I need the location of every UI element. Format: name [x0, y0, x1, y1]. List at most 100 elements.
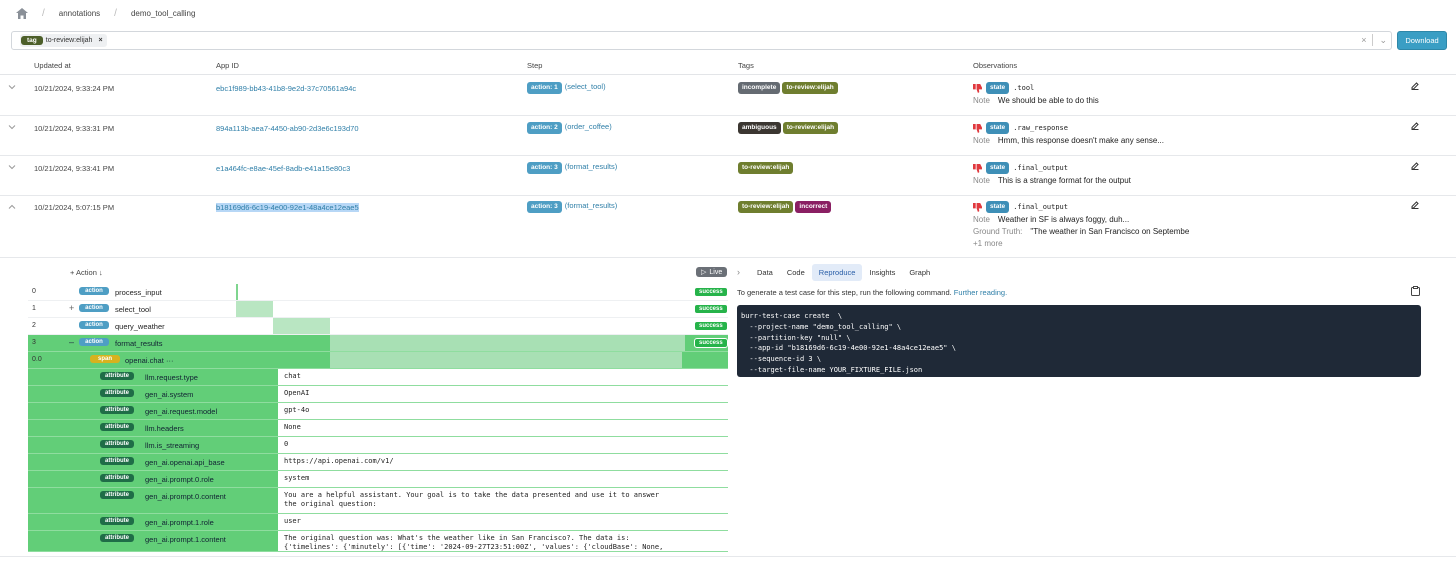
span-more[interactable]: ···: [166, 356, 174, 365]
action-name[interactable]: (order_coffee): [565, 122, 612, 131]
action-badge[interactable]: action: 2: [527, 122, 562, 134]
attribute-type-badge: attribute: [100, 517, 134, 525]
breadcrumb-separator: /: [42, 7, 45, 19]
attribute-key: gen_ai.system: [145, 390, 194, 399]
clipboard-icon[interactable]: [1411, 286, 1420, 296]
note-text: This is a strange format for the output: [997, 175, 1131, 185]
more-link[interactable]: +1 more: [973, 239, 1003, 248]
timeline-bar: [236, 301, 273, 317]
column-header-observations[interactable]: Observations: [973, 61, 1017, 70]
attribute-value: https://api.openai.com/v1/: [278, 454, 728, 470]
attribute-key: gen_ai.prompt.1.role: [145, 518, 214, 527]
breadcrumb-item-annotations[interactable]: annotations: [59, 9, 100, 18]
action-badge[interactable]: action: 1: [527, 82, 562, 94]
trace-step-row[interactable]: 1 + action select_tool success: [28, 301, 728, 318]
trace-span-row[interactable]: 0.0 span openai.chat ···: [28, 352, 728, 369]
home-icon[interactable]: [16, 7, 28, 19]
tags-cell: incomplete to-review:elijah: [738, 82, 838, 94]
edit-icon[interactable]: [1411, 122, 1419, 130]
updated-at: 10/21/2024, 9:33:24 PM: [34, 84, 115, 93]
action-type-badge: action: [79, 338, 109, 346]
table-row[interactable]: 10/21/2024, 9:33:41 PM e1a464fc-e8ae-45e…: [0, 156, 1456, 196]
tab-insights[interactable]: Insights: [862, 264, 902, 281]
breadcrumb-separator: /: [114, 7, 117, 19]
trace-header: + Action ↓ ▷ Live: [28, 265, 728, 283]
action-type-badge: action: [79, 304, 109, 312]
edit-icon[interactable]: [1411, 201, 1419, 209]
step-cell: action: 3 (format_results): [527, 162, 617, 174]
further-reading-link[interactable]: Further reading.: [954, 288, 1007, 297]
clear-filter-icon[interactable]: ×: [1361, 35, 1366, 45]
table-row[interactable]: 10/21/2024, 9:33:31 PM 894a113b-aea7-445…: [0, 116, 1456, 156]
tags-cell: to-review:elijah: [738, 162, 794, 174]
breadcrumb-item-project[interactable]: demo_tool_calling: [131, 9, 196, 18]
app-id-link[interactable]: b18169d6-6c19-4e00-92e1-48a4ce12eae5: [216, 203, 359, 212]
attribute-value: None: [278, 420, 728, 436]
tab-reproduce[interactable]: Reproduce: [811, 263, 863, 281]
remove-chip-icon[interactable]: ×: [98, 37, 102, 44]
tag-filter-input[interactable]: tag to-review:elijah × × ⌄: [11, 31, 1392, 50]
trace-step-row[interactable]: 2 action query_weather success: [28, 318, 728, 335]
table-row[interactable]: 10/21/2024, 9:33:24 PM ebc1f989-bb43-41b…: [0, 76, 1456, 116]
app-id-link[interactable]: 894a113b-aea7-4450-ab90-2d3e6c193d70: [216, 124, 359, 133]
step-name: process_input: [115, 288, 162, 297]
chevron-down-icon[interactable]: ⌄: [1379, 35, 1387, 46]
trace-step-row[interactable]: 0 action process_input success: [28, 284, 728, 301]
add-action-button[interactable]: + Action ↓: [70, 268, 103, 277]
column-header-updated[interactable]: Updated at: [34, 61, 71, 70]
live-toggle[interactable]: ▷ Live: [696, 267, 728, 277]
thumbs-down-icon: [973, 83, 982, 93]
app-id-link[interactable]: ebc1f989-bb43-41b8-9e2d-37c70561a94c: [216, 84, 356, 93]
note-text: Hmm, this response doesn't make any sens…: [997, 135, 1164, 145]
app-id-link[interactable]: e1a464fc-e8ae-45ef-8adb-e41a15e80c3: [216, 164, 350, 173]
chevron-down-icon[interactable]: [8, 123, 16, 131]
attribute-type-badge: attribute: [100, 440, 134, 448]
tab-data[interactable]: Data: [750, 264, 780, 281]
collapse-icon[interactable]: –: [69, 337, 74, 347]
divider: [0, 556, 1456, 557]
action-badge[interactable]: action: 3: [527, 201, 562, 213]
attribute-key: gen_ai.request.model: [145, 407, 218, 416]
tags-cell: ambiguous to-review:elijah: [738, 122, 839, 134]
chevron-down-icon[interactable]: [8, 163, 16, 171]
attribute-type-badge: attribute: [100, 423, 134, 431]
action-badge[interactable]: action: 3: [527, 162, 562, 174]
column-header-app-id[interactable]: App ID: [216, 61, 239, 70]
attribute-value: chat: [278, 369, 728, 385]
attribute-value: The original question was: What's the we…: [278, 531, 728, 551]
trace-step-row-selected[interactable]: 3 – action format_results success: [28, 335, 728, 352]
attribute-row: attribute gen_ai.prompt.1.content The or…: [28, 531, 728, 552]
expand-icon[interactable]: +: [69, 303, 74, 313]
timeline-bar: [273, 318, 330, 334]
action-name[interactable]: (format_results): [565, 162, 618, 171]
chevron-down-icon[interactable]: [8, 83, 16, 91]
state-badge: state: [986, 82, 1010, 94]
tab-code[interactable]: Code: [780, 264, 812, 281]
tag-badge: to-review:elijah: [782, 82, 838, 94]
attribute-row: attribute gen_ai.prompt.1.role user: [28, 514, 728, 531]
edit-icon[interactable]: [1411, 82, 1419, 90]
column-header-tags[interactable]: Tags: [738, 61, 754, 70]
note-label: Note: [973, 175, 990, 185]
chevron-up-icon[interactable]: [8, 203, 16, 211]
attribute-value: gpt-4o: [278, 403, 728, 419]
attribute-value: system: [278, 471, 728, 487]
detail-tabs: › Data Code Reproduce Insights Graph: [735, 263, 937, 281]
filter-chip-kind: tag: [21, 36, 43, 45]
state-badge: state: [986, 162, 1010, 174]
reproduce-intro: To generate a test case for this step, r…: [737, 288, 952, 297]
tag-badge: incorrect: [795, 201, 832, 213]
attribute-value: You are a helpful assistant. Your goal i…: [278, 488, 728, 513]
table-row-expanded[interactable]: 10/21/2024, 5:07:15 PM b18169d6-6c19-4e0…: [0, 196, 1456, 258]
column-header-step[interactable]: Step: [527, 61, 542, 70]
download-button[interactable]: Download: [1397, 31, 1447, 50]
edit-icon[interactable]: [1411, 162, 1419, 170]
tab-graph[interactable]: Graph: [902, 264, 937, 281]
action-name[interactable]: (select_tool): [565, 82, 606, 91]
action-name[interactable]: (format_results): [565, 201, 618, 210]
chevron-right-icon[interactable]: ›: [737, 267, 740, 277]
timeline-bar: [236, 284, 238, 300]
attribute-row: attribute gen_ai.request.model gpt-4o: [28, 403, 728, 420]
attribute-type-badge: attribute: [100, 372, 134, 380]
tag-badge: to-review:elijah: [738, 201, 794, 213]
